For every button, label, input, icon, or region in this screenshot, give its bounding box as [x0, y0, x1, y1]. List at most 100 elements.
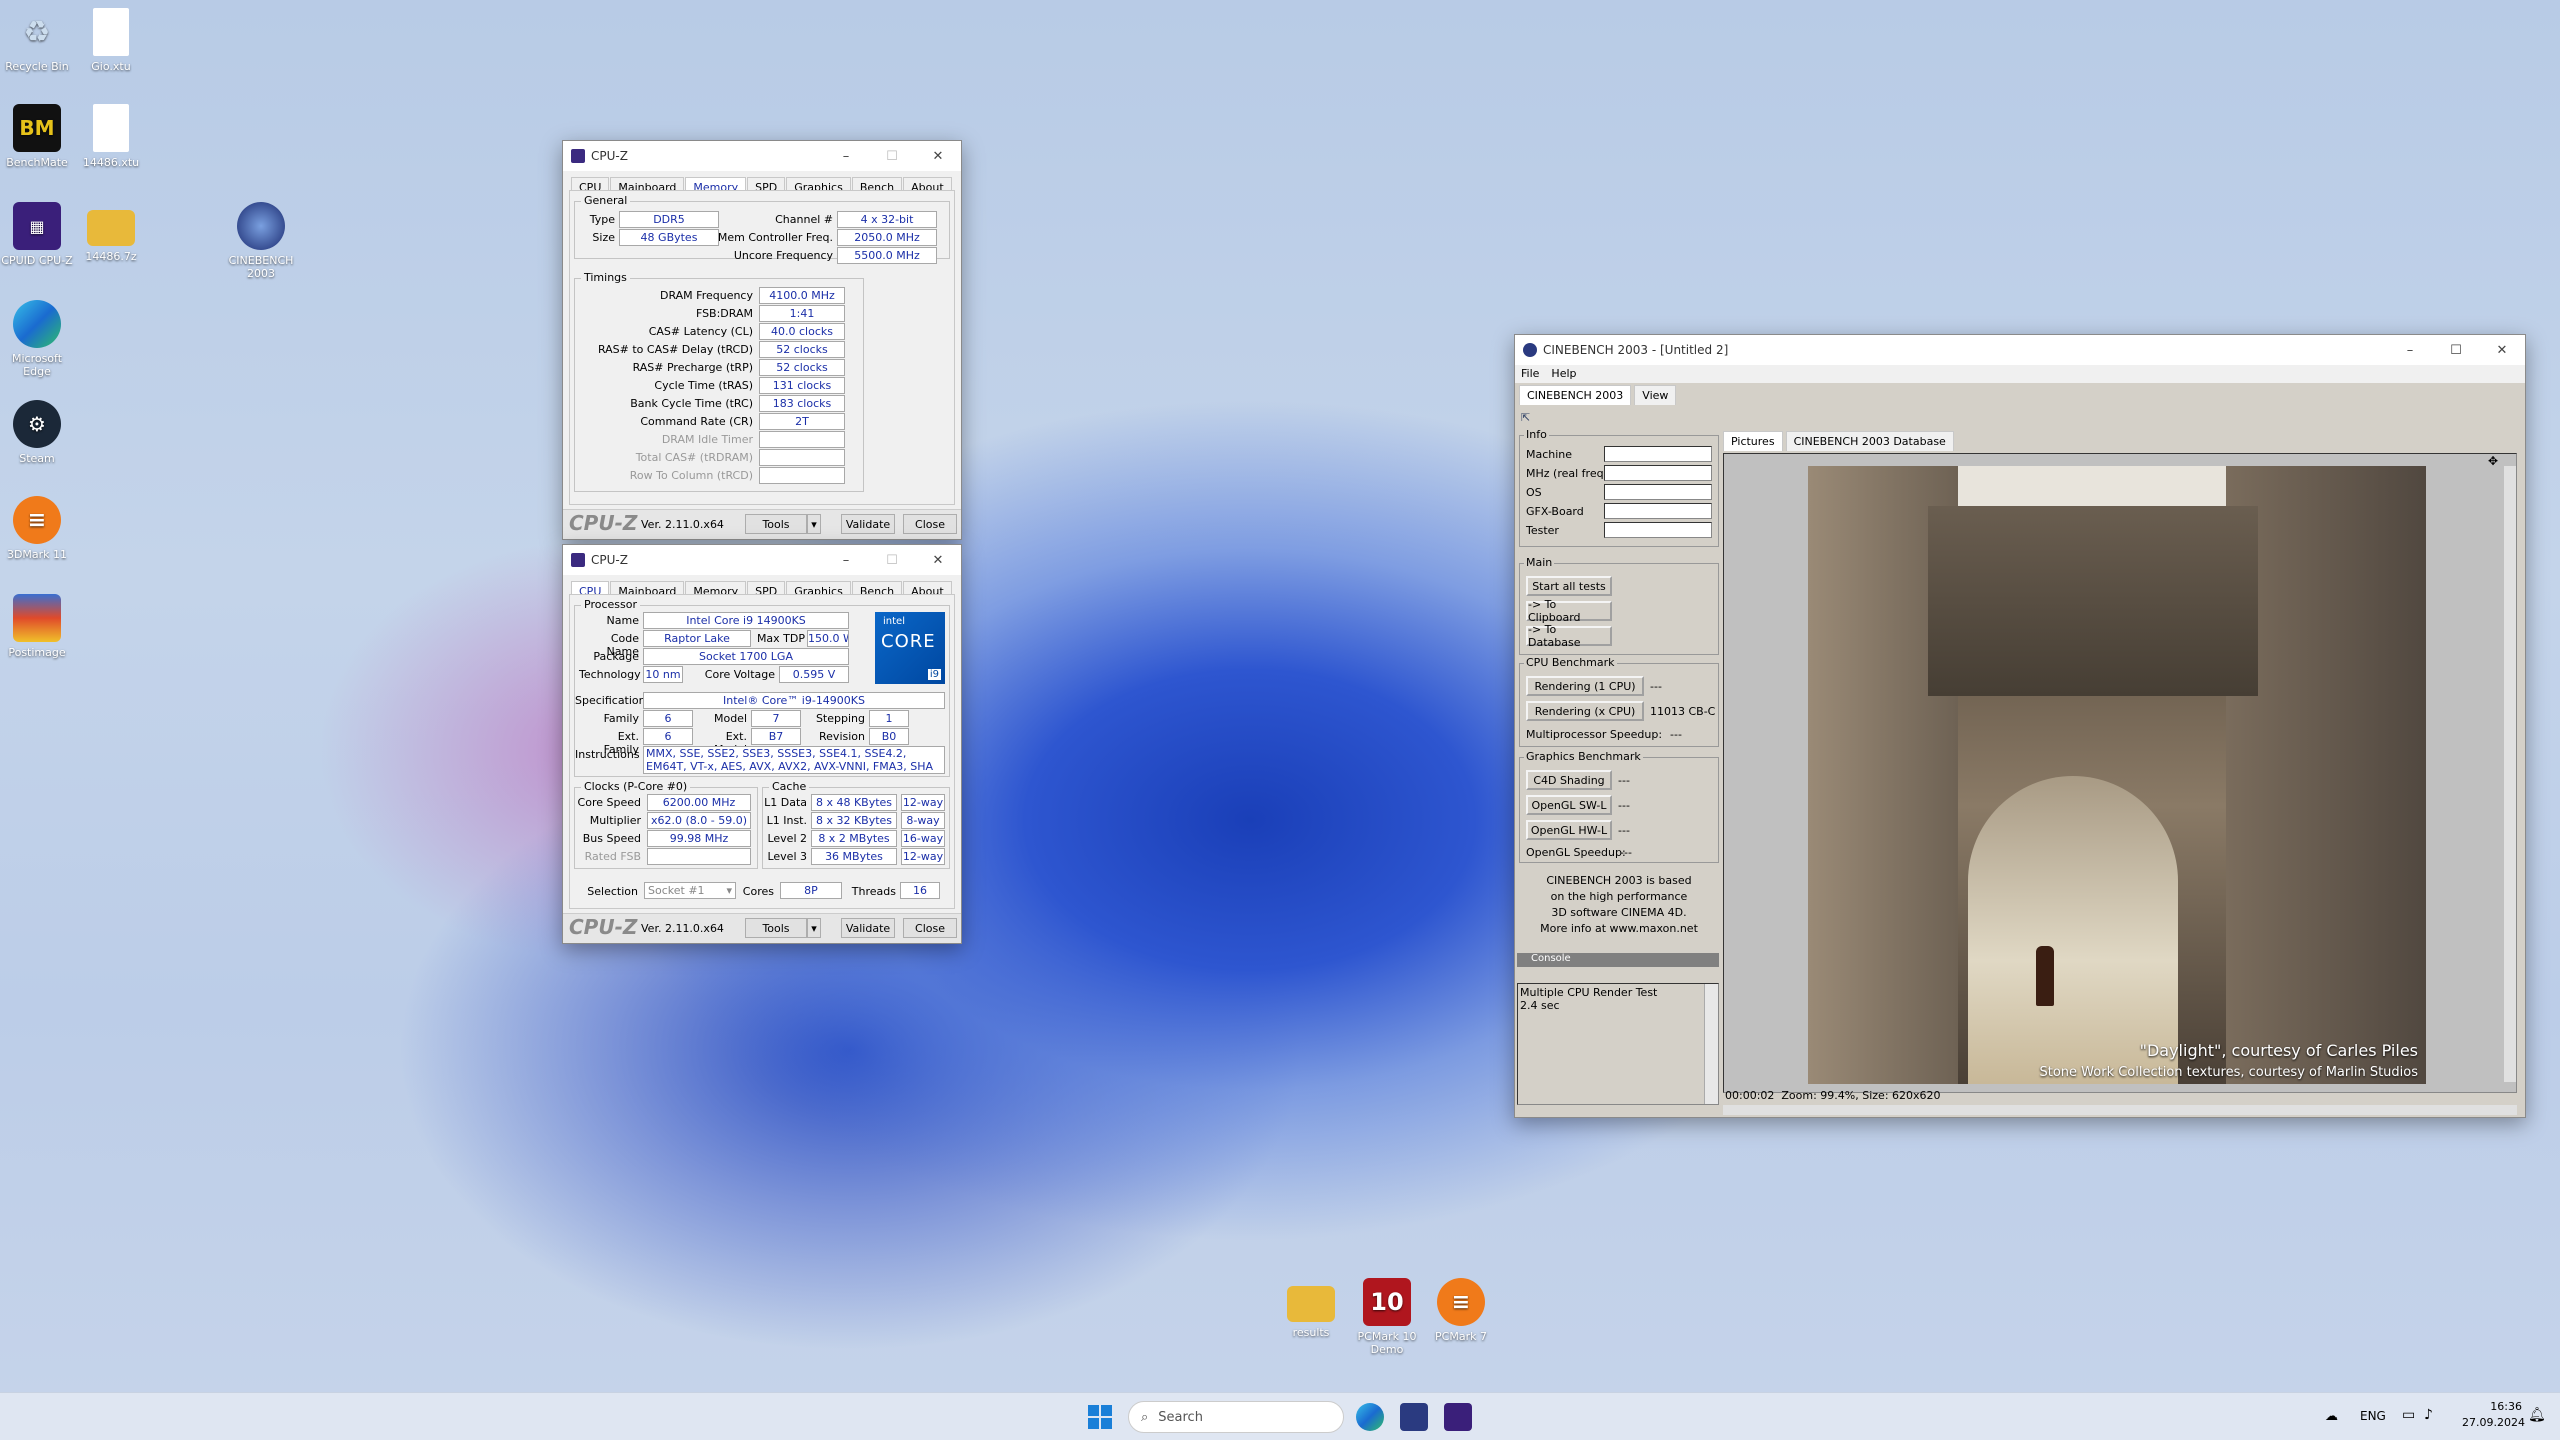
tab-cinebench-database[interactable]: CINEBENCH 2003 Database — [1785, 431, 1954, 451]
taskbar-edge-icon[interactable] — [1356, 1403, 1384, 1431]
title-bar[interactable]: CINEBENCH 2003 - [Untitled 2] – ☐ ✕ — [1515, 335, 2525, 365]
desktop-icon-cinebench[interactable]: CINEBENCH 2003 — [224, 202, 298, 280]
selection-dropdown[interactable]: Socket #1 ▾ — [644, 882, 736, 899]
vertical-scrollbar[interactable] — [2504, 466, 2516, 1082]
desktop-icon-14486-7z[interactable]: 14486.7z — [74, 202, 148, 263]
info-field-input[interactable] — [1604, 446, 1712, 462]
horizontal-scrollbar[interactable] — [1723, 1105, 2517, 1115]
main-section: Main Start all tests -> To Clipboard -> … — [1519, 556, 1719, 655]
desktop-icon-edge[interactable]: Microsoft Edge — [0, 300, 74, 378]
intel-core-i9-badge: intel CORE i9 — [875, 612, 945, 684]
tab-view[interactable]: View — [1634, 385, 1677, 405]
close-button[interactable]: ✕ — [915, 141, 961, 171]
tab-cinebench[interactable]: CINEBENCH 2003 — [1519, 385, 1632, 405]
tools-button[interactable]: Tools — [745, 918, 807, 938]
search-box[interactable]: ⌕ Search — [1128, 1401, 1344, 1433]
tools-dropdown-button[interactable]: ▾ — [807, 918, 821, 938]
rendering-1cpu-button[interactable]: Rendering (1 CPU) — [1526, 676, 1644, 696]
cache-assoc-value: 16-way — [901, 830, 945, 847]
minimize-button[interactable]: – — [2387, 335, 2433, 365]
start-all-tests-button[interactable]: Start all tests — [1526, 576, 1612, 596]
minimize-button[interactable]: – — [823, 545, 869, 575]
monitor-icon[interactable]: ▭ — [2402, 1407, 2415, 1423]
tools-button[interactable]: Tools — [745, 514, 807, 534]
close-button[interactable]: ✕ — [2479, 335, 2525, 365]
search-icon: ⌕ — [1141, 1409, 1149, 1425]
max-tdp-value: 150.0 W — [807, 630, 849, 647]
timing-label: RAS# to CAS# Delay (tRCD) — [597, 343, 753, 356]
menu-help[interactable]: Help — [1551, 367, 1576, 381]
close-button[interactable]: ✕ — [915, 545, 961, 575]
graphics-test-button[interactable]: C4D Shading — [1526, 770, 1612, 790]
timing-label: Command Rate (CR) — [640, 415, 753, 428]
opengl-speedup-label: OpenGL Speedup: — [1526, 846, 1626, 859]
desktop-icon-results[interactable]: results — [1274, 1278, 1348, 1339]
tab-bar: CINEBENCH 2003 View — [1515, 383, 2525, 407]
maximize-button[interactable]: ☐ — [869, 545, 915, 575]
tab-panel: Processor Name Intel Core i9 14900KS Cod… — [569, 594, 955, 909]
bridge — [1928, 506, 2258, 696]
tools-dropdown-button[interactable]: ▾ — [807, 514, 821, 534]
clock[interactable]: 16:36 27.09.2024 — [2462, 1399, 2525, 1431]
maximize-button[interactable]: ☐ — [2433, 335, 2479, 365]
3dmark-icon: ≡ — [13, 496, 61, 544]
cpuz-cpu-window[interactable]: CPU-Z – ☐ ✕ CPU Mainboard Memory SPD Gra… — [562, 544, 962, 944]
info-field-input[interactable] — [1604, 484, 1712, 500]
language-indicator[interactable]: ENG — [2360, 1409, 2386, 1423]
desktop-icon-benchmate[interactable]: BM BenchMate — [0, 104, 74, 169]
graphics-test-button[interactable]: OpenGL SW-L — [1526, 795, 1612, 815]
rendering-xcpu-result: 11013 CB-CPU — [1650, 705, 1716, 718]
close-button[interactable]: Close — [903, 918, 957, 938]
timing-label: Bank Cycle Time (tRC) — [630, 397, 753, 410]
info-field-input[interactable] — [1604, 503, 1712, 519]
graphics-test-button[interactable]: OpenGL HW-L — [1526, 820, 1612, 840]
console-scrollbar[interactable] — [1704, 984, 1718, 1104]
validate-button[interactable]: Validate — [841, 918, 895, 938]
memory-type-value: DDR5 — [619, 211, 719, 228]
desktop-icon-recycle-bin[interactable]: ♻ Recycle Bin — [0, 8, 74, 73]
info-field-input[interactable] — [1604, 465, 1712, 481]
threads-value: 16 — [900, 882, 940, 899]
cache-level-label: Level 2 — [767, 832, 807, 845]
info-field-label: Tester — [1526, 524, 1559, 537]
benchmate-icon: BM — [13, 104, 61, 152]
to-clipboard-button[interactable]: -> To Clipboard — [1526, 598, 1612, 624]
volume-icon[interactable]: ♪ — [2424, 1407, 2433, 1423]
rendering-xcpu-button[interactable]: Rendering (x CPU) — [1526, 701, 1644, 721]
validate-button[interactable]: Validate — [841, 514, 895, 534]
tray-network-icon[interactable]: ☁ — [2325, 1409, 2338, 1424]
folder-icon — [1287, 1286, 1335, 1322]
desktop-icon-14486-xtu[interactable]: 14486.xtu — [74, 104, 148, 169]
move-icon[interactable]: ✥ — [2488, 454, 2498, 468]
tab-pictures[interactable]: Pictures — [1723, 431, 1783, 451]
minimize-button[interactable]: – — [823, 141, 869, 171]
cache-assoc-value: 12-way — [901, 794, 945, 811]
to-database-button[interactable]: -> To Database — [1526, 623, 1612, 649]
desktop-icon-cpuz[interactable]: ▦ CPUID CPU-Z — [0, 202, 74, 267]
graphics-benchmark-section: Graphics Benchmark C4D Shading --- OpenGL … — [1519, 750, 1719, 863]
taskbar-cpuz-icon[interactable] — [1444, 1403, 1472, 1431]
render-viewport: ✥ "Daylight", courtesy of Carles Piles S… — [1723, 453, 2517, 1093]
desktop-icon-gio-xtu[interactable]: Gio.xtu — [74, 8, 148, 73]
title-bar[interactable]: CPU-Z – ☐ ✕ — [563, 545, 961, 575]
desktop-icon-steam[interactable]: ⚙ Steam — [0, 400, 74, 465]
info-field-label: GFX-Board — [1526, 505, 1584, 518]
info-field-input[interactable] — [1604, 522, 1712, 538]
timing-value — [759, 449, 845, 466]
notification-bell-icon[interactable]: 🔔︎ — [2528, 1407, 2546, 1423]
start-button[interactable] — [1088, 1405, 1112, 1429]
desktop-icon-3dmark[interactable]: ≡ 3DMark 11 — [0, 496, 74, 561]
title-bar[interactable]: CPU-Z – ☐ ✕ — [563, 141, 961, 171]
desktop-icon-postimage[interactable]: Postimage — [0, 594, 74, 659]
maximize-button[interactable]: ☐ — [869, 141, 915, 171]
close-button[interactable]: Close — [903, 514, 957, 534]
timings-group: Timings DRAM Frequency 4100.0 MHz FSB:DRAM… — [574, 271, 864, 492]
cpuz-memory-window[interactable]: CPU-Z – ☐ ✕ CPU Mainboard Memory SPD Gra… — [562, 140, 962, 540]
bottom-bar: CPU-Z Ver. 2.11.0.x64 Tools ▾ Validate C… — [563, 913, 961, 943]
menu-file[interactable]: File — [1521, 367, 1539, 381]
taskbar-cinebench-icon[interactable] — [1400, 1403, 1428, 1431]
edge-icon — [13, 300, 61, 348]
cinebench-window[interactable]: CINEBENCH 2003 - [Untitled 2] – ☐ ✕ File… — [1514, 334, 2526, 1118]
desktop-icon-pcmark10[interactable]: 10 PCMark 10 Demo — [1350, 1278, 1424, 1356]
desktop-icon-pcmark7[interactable]: ≡ PCMark 7 — [1424, 1278, 1498, 1343]
